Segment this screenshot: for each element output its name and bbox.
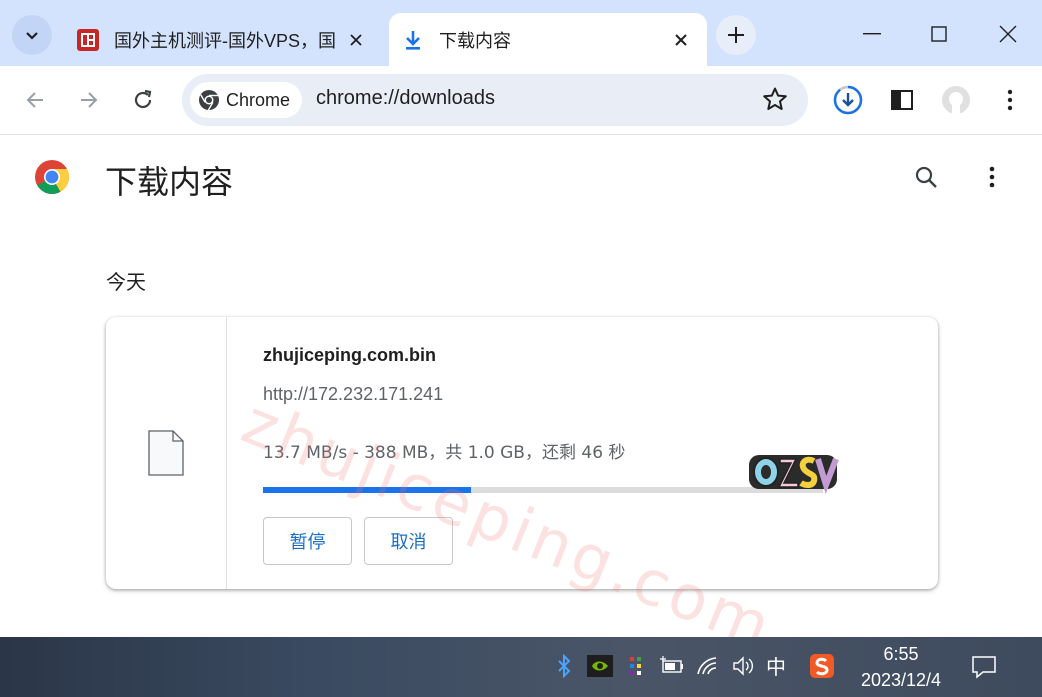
tab-search-icon (26, 32, 38, 40)
menu-dots-icon (989, 166, 995, 188)
page-menu-button[interactable] (972, 157, 1012, 197)
download-tab-icon (401, 28, 425, 52)
side-panel-icon (891, 90, 913, 110)
back-icon (26, 92, 43, 108)
forward-button[interactable] (69, 80, 109, 120)
downloads-toolbar-icon (833, 85, 863, 115)
maximize-icon (931, 26, 947, 42)
forward-icon (81, 92, 98, 108)
window-close-button[interactable] (978, 12, 1038, 56)
clock-date: 2023/12/4 (860, 670, 942, 690)
menu-dots-icon (1007, 89, 1013, 111)
ozsv-logo (746, 449, 840, 495)
taskbar-clock[interactable]: 6:55 2023/12/4 (852, 641, 950, 693)
ime-indicator[interactable]: 中 (766, 651, 786, 680)
nvidia-icon[interactable] (586, 651, 614, 681)
window-close-icon (999, 25, 1017, 43)
downloads-page: 下载内容 今天 zhujiceping.com.bin http://172.2… (0, 135, 1042, 637)
taskbar: 中 6:55 2023/12/4 (0, 637, 1042, 697)
wifi-icon[interactable] (694, 651, 722, 681)
bookmark-star-icon (763, 87, 787, 110)
tab-strip: 国外主机测评-国外VPS，国 下载内容 (0, 0, 1042, 66)
chrome-chip[interactable]: Chrome (190, 82, 302, 118)
new-tab-icon (728, 27, 744, 43)
search-button[interactable] (906, 157, 946, 197)
tab-downloads[interactable]: 下载内容 (389, 13, 707, 66)
tab-title: 国外主机测评-国外VPS，国 (114, 30, 337, 51)
close-icon[interactable] (667, 26, 695, 54)
profile-avatar-icon (942, 86, 970, 114)
back-button[interactable] (15, 80, 55, 120)
tab-zhujiceping[interactable]: 国外主机测评-国外VPS，国 (64, 13, 382, 66)
download-filename[interactable]: zhujiceping.com.bin (263, 345, 436, 366)
maximize-button[interactable] (909, 12, 969, 56)
sogou-icon[interactable] (808, 651, 836, 681)
color-tray-icon[interactable] (622, 651, 650, 681)
toolbar: Chrome chrome://downloads (0, 66, 1042, 135)
omnibox[interactable]: Chrome chrome://downloads (182, 74, 808, 126)
bluetooth-icon[interactable] (550, 651, 578, 681)
clock-time: 6:55 (883, 644, 919, 664)
reload-icon (134, 89, 152, 109)
volume-icon[interactable] (730, 651, 758, 681)
file-icon (106, 317, 227, 589)
date-header: 今天 (106, 270, 146, 294)
tab-search-button[interactable] (12, 15, 52, 55)
battery-icon[interactable] (658, 651, 686, 681)
profile-avatar-button[interactable] (936, 80, 976, 120)
pause-button[interactable]: 暂停 (263, 517, 352, 565)
page-title: 下载内容 (105, 163, 234, 201)
chip-label: Chrome (226, 89, 291, 110)
chrome-logo-icon (34, 159, 70, 199)
chrome-chip-icon (199, 90, 219, 111)
browser-menu-button[interactable] (990, 80, 1030, 120)
minimize-button[interactable] (842, 12, 902, 56)
notification-icon[interactable] (968, 651, 1000, 683)
downloads-toolbar-button[interactable] (828, 80, 868, 120)
minimize-icon (863, 33, 881, 35)
url-text[interactable]: chrome://downloads (316, 87, 495, 110)
new-tab-button[interactable] (716, 15, 756, 55)
close-icon[interactable] (342, 26, 370, 54)
side-panel-button[interactable] (882, 80, 922, 120)
browser-window: 国外主机测评-国外VPS，国 下载内容 Chrome chrome://down… (0, 0, 1042, 637)
search-icon (915, 166, 937, 188)
tab-favicon-icon (76, 28, 100, 52)
tab-title: 下载内容 (439, 30, 511, 51)
reload-button[interactable] (123, 80, 163, 120)
bookmark-star-button[interactable] (762, 86, 788, 116)
